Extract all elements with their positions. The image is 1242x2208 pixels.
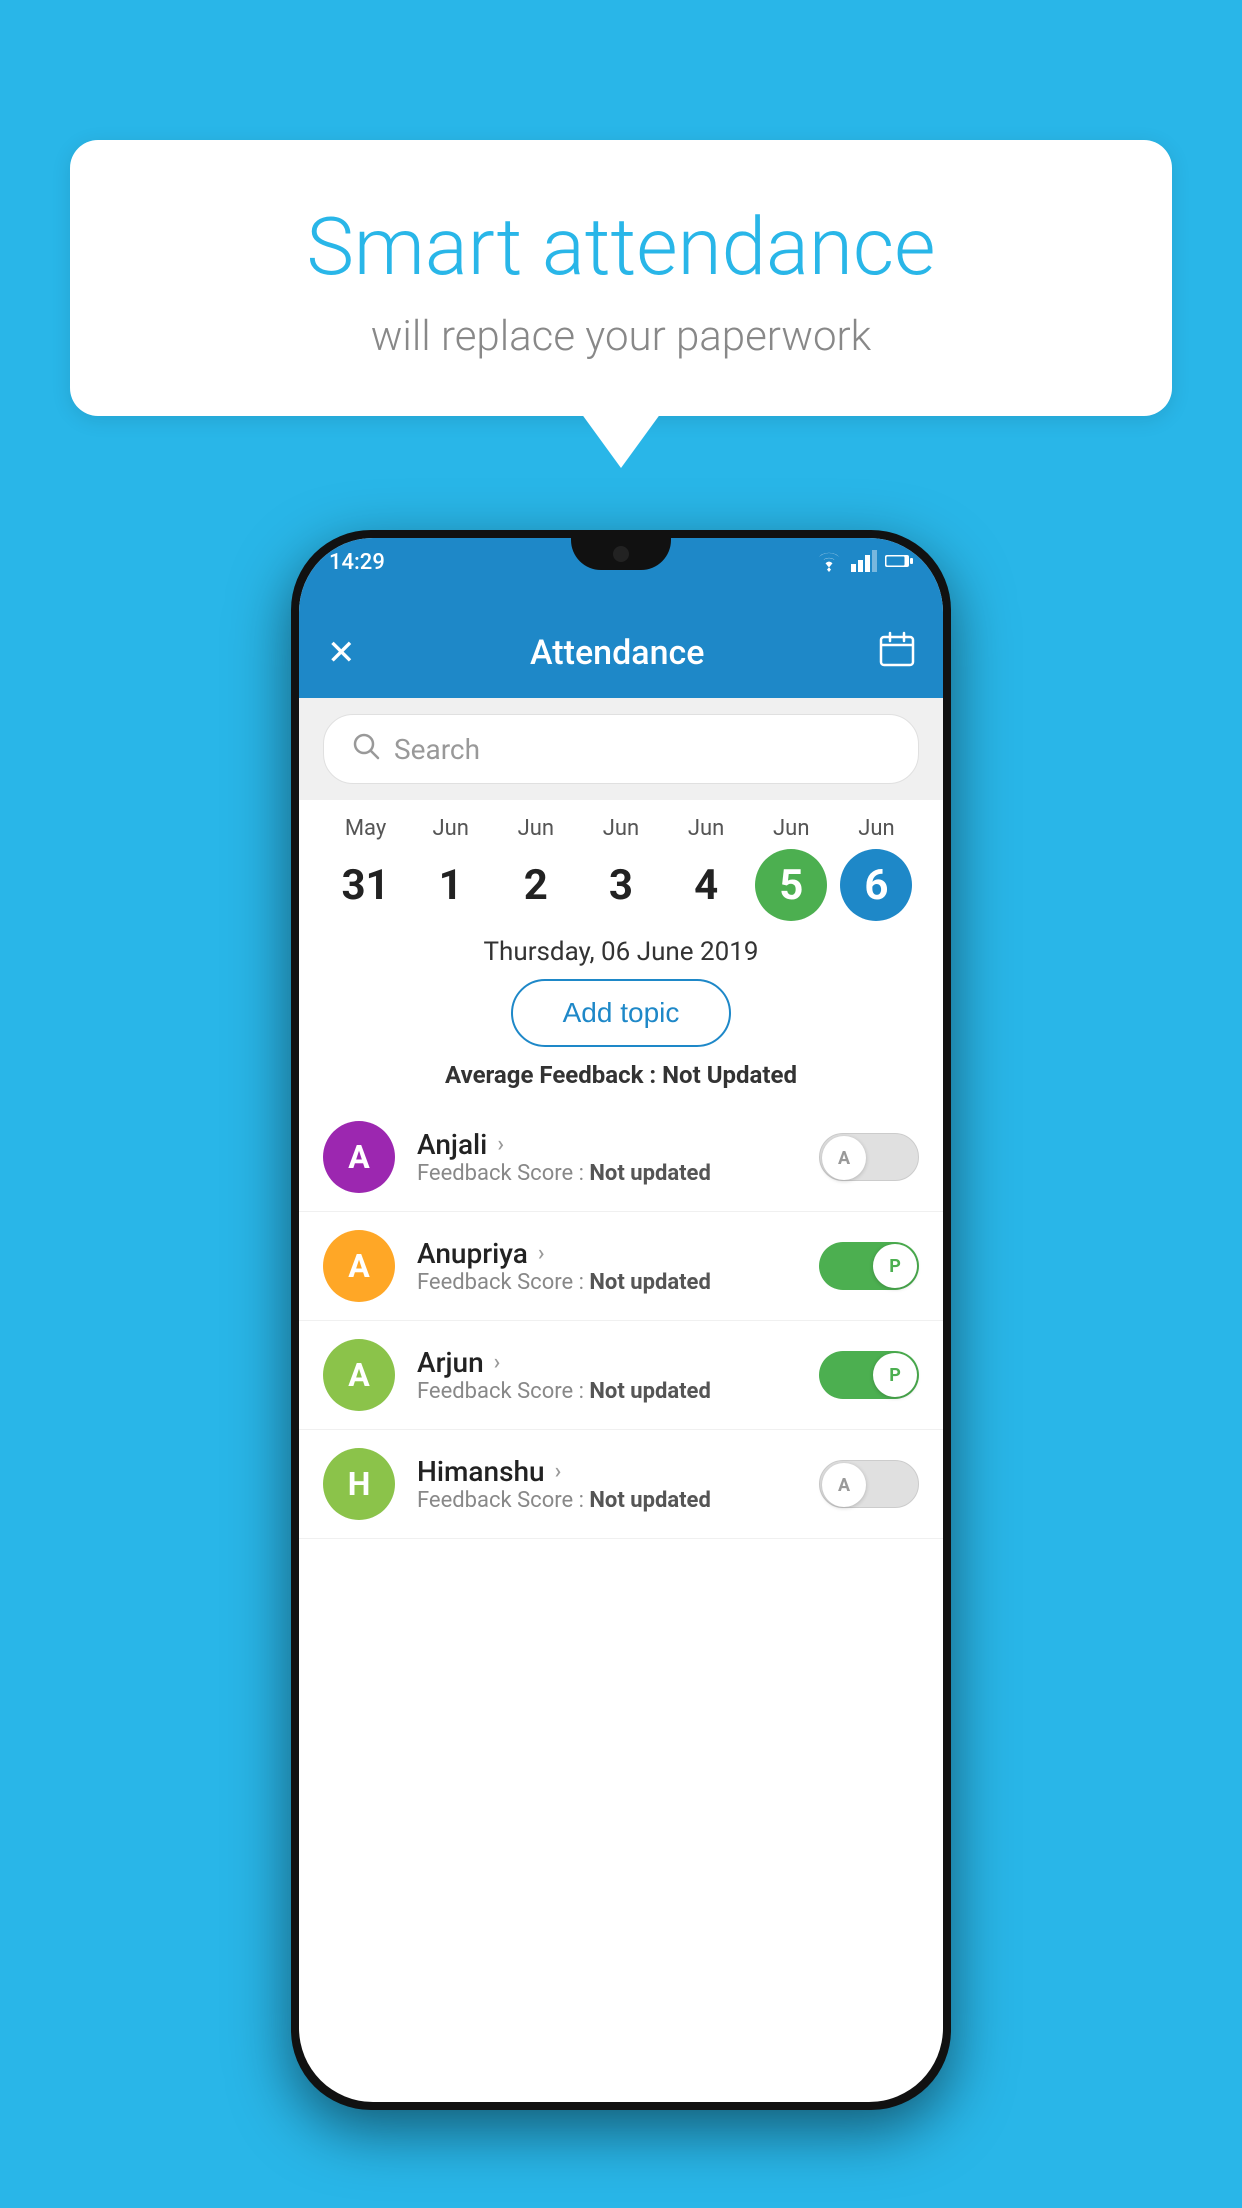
signal-icon bbox=[851, 550, 877, 572]
search-icon bbox=[352, 732, 380, 767]
cal-date-number: 6 bbox=[840, 849, 912, 921]
cal-day-6[interactable]: Jun 6 bbox=[840, 816, 912, 921]
student-feedback: Feedback Score : Not updated bbox=[417, 1488, 711, 1513]
cal-day-4[interactable]: Jun 4 bbox=[670, 816, 742, 921]
cal-day-0[interactable]: May 31 bbox=[330, 816, 402, 921]
app-bar-title: Attendance bbox=[530, 633, 704, 673]
student-name: Arjun › bbox=[417, 1346, 711, 1379]
search-placeholder: Search bbox=[394, 733, 480, 766]
student-left: A Anjali ›Feedback Score : Not updated bbox=[323, 1121, 711, 1193]
cal-day-1[interactable]: Jun 1 bbox=[415, 816, 487, 921]
student-name: Himanshu › bbox=[417, 1455, 711, 1488]
student-feedback: Feedback Score : Not updated bbox=[417, 1270, 711, 1295]
cal-month-label: Jun bbox=[858, 816, 894, 841]
student-info: Arjun ›Feedback Score : Not updated bbox=[417, 1346, 711, 1404]
cal-date-number: 31 bbox=[330, 849, 402, 921]
add-topic-button[interactable]: Add topic bbox=[511, 979, 732, 1047]
cal-month-label: Jun bbox=[518, 816, 554, 841]
student-item-0[interactable]: A Anjali ›Feedback Score : Not updated A bbox=[299, 1103, 943, 1212]
cal-month-label: Jun bbox=[688, 816, 724, 841]
status-time: 14:29 bbox=[329, 550, 385, 575]
status-icons bbox=[815, 550, 913, 572]
student-info: Anupriya ›Feedback Score : Not updated bbox=[417, 1237, 711, 1295]
student-avatar: H bbox=[323, 1448, 395, 1520]
cal-date-number: 1 bbox=[415, 849, 487, 921]
bubble-title: Smart attendance bbox=[150, 200, 1092, 294]
phone-screen: 14:29 bbox=[299, 538, 943, 2102]
selected-date-label: Thursday, 06 June 2019 bbox=[299, 929, 943, 979]
student-item-1[interactable]: A Anupriya ›Feedback Score : Not updated P bbox=[299, 1212, 943, 1321]
student-info: Anjali ›Feedback Score : Not updated bbox=[417, 1128, 711, 1186]
cal-date-number: 2 bbox=[500, 849, 572, 921]
app-bar: ✕ Attendance bbox=[299, 608, 943, 698]
student-left: H Himanshu ›Feedback Score : Not updated bbox=[323, 1448, 711, 1520]
feedback-value: Not updated bbox=[589, 1379, 710, 1404]
toggle-knob: A bbox=[822, 1136, 866, 1180]
calendar-icon[interactable] bbox=[879, 631, 915, 676]
feedback-value: Not updated bbox=[589, 1270, 710, 1295]
status-bar: 14:29 bbox=[299, 538, 943, 608]
student-left: A Arjun ›Feedback Score : Not updated bbox=[323, 1339, 711, 1411]
chevron-icon: › bbox=[555, 1459, 562, 1484]
avg-feedback: Average Feedback : Not Updated bbox=[299, 1061, 943, 1089]
attendance-toggle[interactable]: P bbox=[819, 1242, 919, 1290]
bubble-subtitle: will replace your paperwork bbox=[150, 312, 1092, 361]
speech-bubble-container: Smart attendance will replace your paper… bbox=[70, 140, 1172, 416]
battery-icon bbox=[885, 553, 913, 569]
chevron-icon: › bbox=[494, 1350, 501, 1375]
attendance-toggle[interactable]: A bbox=[819, 1460, 919, 1508]
attendance-toggle[interactable]: A bbox=[819, 1133, 919, 1181]
student-item-3[interactable]: H Himanshu ›Feedback Score : Not updated A bbox=[299, 1430, 943, 1539]
cal-date-number: 3 bbox=[585, 849, 657, 921]
search-bar[interactable]: Search bbox=[323, 714, 919, 784]
student-feedback: Feedback Score : Not updated bbox=[417, 1379, 711, 1404]
student-avatar: A bbox=[323, 1230, 395, 1302]
student-left: A Anupriya ›Feedback Score : Not updated bbox=[323, 1230, 711, 1302]
speech-bubble: Smart attendance will replace your paper… bbox=[70, 140, 1172, 416]
student-info: Himanshu ›Feedback Score : Not updated bbox=[417, 1455, 711, 1513]
cal-date-number: 4 bbox=[670, 849, 742, 921]
notch-camera bbox=[613, 546, 629, 562]
cal-month-label: Jun bbox=[432, 816, 468, 841]
student-item-2[interactable]: A Arjun ›Feedback Score : Not updated P bbox=[299, 1321, 943, 1430]
student-feedback: Feedback Score : Not updated bbox=[417, 1161, 711, 1186]
toggle-knob: A bbox=[822, 1463, 866, 1507]
chevron-icon: › bbox=[497, 1132, 504, 1157]
close-button[interactable]: ✕ bbox=[327, 633, 356, 673]
student-name: Anupriya › bbox=[417, 1237, 711, 1270]
student-list: AAnjali ›Feedback Score : Not updatedAAA… bbox=[299, 1103, 943, 1539]
cal-date-number: 5 bbox=[755, 849, 827, 921]
cal-month-label: Jun bbox=[603, 816, 639, 841]
student-avatar: A bbox=[323, 1121, 395, 1193]
wifi-icon bbox=[815, 550, 843, 572]
cal-day-2[interactable]: Jun 2 bbox=[500, 816, 572, 921]
cal-month-label: May bbox=[345, 816, 386, 841]
student-avatar: A bbox=[323, 1339, 395, 1411]
toggle-knob: P bbox=[873, 1353, 917, 1397]
search-container: Search bbox=[299, 698, 943, 800]
chevron-icon: › bbox=[538, 1241, 545, 1266]
cal-day-3[interactable]: Jun 3 bbox=[585, 816, 657, 921]
calendar-strip: May 31 Jun 1 Jun 2 Jun 3 Jun 4 Jun 5 Jun 6 bbox=[299, 800, 943, 929]
feedback-value: Not updated bbox=[589, 1161, 710, 1186]
attendance-toggle[interactable]: P bbox=[819, 1351, 919, 1399]
phone-frame: 14:29 bbox=[291, 530, 951, 2110]
feedback-value: Not updated bbox=[589, 1488, 710, 1513]
toggle-knob: P bbox=[873, 1244, 917, 1288]
student-name: Anjali › bbox=[417, 1128, 711, 1161]
cal-day-5[interactable]: Jun 5 bbox=[755, 816, 827, 921]
cal-month-label: Jun bbox=[773, 816, 809, 841]
